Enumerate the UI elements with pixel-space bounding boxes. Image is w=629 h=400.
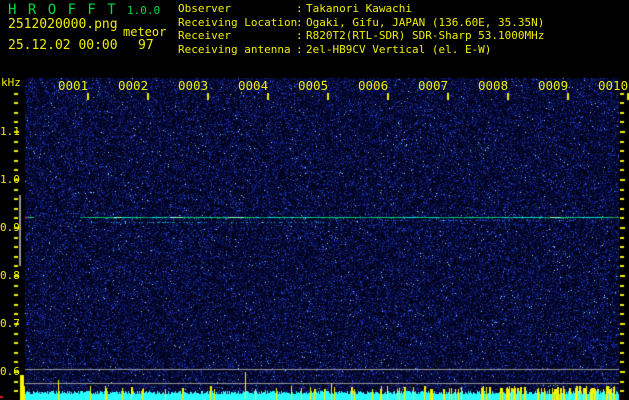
time-tick-label: 0002 <box>118 78 149 93</box>
info-value: Takanori Kawachi <box>306 2 412 15</box>
time-tick-label: 0009 <box>538 78 569 93</box>
station-info-row: Receiving Location: Ogaki, Gifu, JAPAN (… <box>178 17 544 31</box>
info-label: Observer <box>178 2 231 15</box>
freq-tick-label: 0.7 <box>0 317 20 330</box>
time-tick-label: 0007 <box>418 78 449 93</box>
freq-tick-label: 0.9 <box>0 221 20 234</box>
station-info-row: Receiving antenna: 2el-HB9CV Vertical (e… <box>178 44 544 58</box>
time-tick-label: 0010 <box>598 78 629 93</box>
station-info-row: Receiver: R820T2(RTL-SDR) SDR-Sharp 53.1… <box>178 30 544 44</box>
station-info-block: Observer: Takanori Kawachi Receiving Loca… <box>178 3 544 57</box>
info-label: Receiver <box>178 29 231 42</box>
freq-tick-label: 1.0 <box>0 173 20 186</box>
time-tick-label: 0005 <box>298 78 329 93</box>
app-title: H R O F F T <box>8 2 118 18</box>
time-tick-label: 0008 <box>478 78 509 93</box>
app-version: 1.0.0 <box>127 4 161 17</box>
frequency-unit-label: kHz <box>1 76 21 89</box>
time-tick-label: 0003 <box>178 78 209 93</box>
spectrogram-canvas <box>0 0 629 400</box>
info-separator: : <box>296 15 310 29</box>
info-separator: : <box>296 42 310 56</box>
hrofft-output-window: H R O F F T 1.0.0 2512020000.png meteor … <box>0 0 629 400</box>
freq-tick-label: 0.6 <box>0 365 20 378</box>
info-separator: : <box>296 29 310 42</box>
freq-tick-label: 0.8 <box>0 269 20 282</box>
time-tick-label: 0004 <box>238 78 269 93</box>
echo-count: 97 <box>138 38 154 53</box>
station-info-row: Observer: Takanori Kawachi <box>178 3 544 17</box>
info-label: Receiving Location <box>178 15 298 29</box>
info-separator: : <box>296 2 310 15</box>
time-tick-label: 0006 <box>358 78 389 93</box>
time-tick-label: 0001 <box>58 78 89 93</box>
output-filename: 2512020000.png <box>8 17 118 32</box>
mode-label: meteor <box>123 25 167 39</box>
datetime-label: 25.12.02 00:00 <box>8 38 118 53</box>
info-value: R820T2(RTL-SDR) SDR-Sharp 53.1000MHz <box>306 29 545 42</box>
info-value: 2el-HB9CV Vertical (el. E-W) <box>306 42 492 56</box>
freq-tick-label: 1.1 <box>0 125 20 138</box>
info-value: Ogaki, Gifu, JAPAN (136.60E, 35.35N) <box>306 15 545 29</box>
info-label: Receiving antenna <box>178 42 291 56</box>
